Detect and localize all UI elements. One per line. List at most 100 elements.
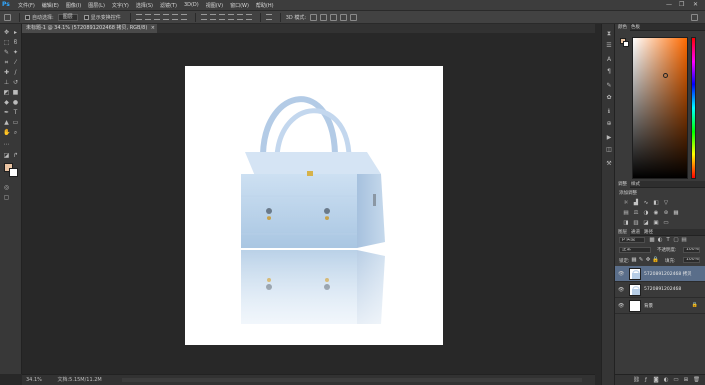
slide-3d-icon[interactable] bbox=[340, 13, 348, 21]
align-vcenter-icon[interactable] bbox=[144, 14, 151, 20]
layer-row[interactable]: 👁 背景 🔒 bbox=[615, 298, 705, 314]
selective-color-icon[interactable]: ▣ bbox=[653, 220, 659, 226]
filter-type-icon[interactable]: T bbox=[665, 237, 671, 243]
layer-name[interactable]: 背景 bbox=[644, 303, 653, 309]
menu-image[interactable]: 图像(I) bbox=[66, 2, 81, 9]
link-layers-icon[interactable]: ⛓ bbox=[633, 377, 640, 383]
magic-wand-tool-icon[interactable]: ✦ bbox=[12, 49, 19, 56]
eyedropper-tool-icon[interactable]: ⁄ bbox=[12, 59, 19, 66]
close-tab-icon[interactable]: × bbox=[151, 24, 155, 33]
photo-filter-icon[interactable]: ◉ bbox=[653, 210, 659, 216]
menu-select[interactable]: 选择(S) bbox=[136, 2, 153, 9]
properties-panel-icon[interactable]: ☰ bbox=[605, 42, 613, 50]
move-tool-preset-icon[interactable] bbox=[4, 13, 11, 21]
posterize-icon[interactable]: ▥ bbox=[633, 220, 639, 226]
layer-name[interactable]: 5720891202468 bbox=[644, 287, 681, 292]
rotate-3d-icon[interactable] bbox=[310, 13, 318, 21]
quick-select-tool-icon[interactable]: ✎ bbox=[3, 49, 10, 56]
healing-brush-tool-icon[interactable]: ✚ bbox=[3, 69, 10, 76]
blur-tool-icon[interactable]: ◆ bbox=[3, 99, 10, 106]
rectangle-tool-icon[interactable]: ▭ bbox=[12, 119, 19, 126]
quick-mask-icon[interactable]: ◎ bbox=[3, 184, 10, 191]
align-hcenter-icon[interactable] bbox=[171, 14, 178, 20]
levels-icon[interactable]: ▟ bbox=[633, 200, 639, 206]
brush-tool-icon[interactable]: / bbox=[12, 69, 19, 76]
pen-tool-icon[interactable]: ✒ bbox=[3, 109, 10, 116]
brush-panel-icon[interactable]: ✎ bbox=[605, 82, 613, 90]
roll-3d-icon[interactable] bbox=[320, 13, 328, 21]
info-panel-icon[interactable]: ℹ bbox=[605, 108, 613, 116]
fill-input[interactable]: 100% bbox=[683, 257, 700, 263]
layer-kind-filter[interactable]: ρ 类型 bbox=[619, 237, 645, 243]
visibility-eye-icon[interactable]: 👁 bbox=[618, 303, 624, 309]
eraser-tool-icon[interactable]: ◩ bbox=[3, 89, 10, 96]
align-bottom-icon[interactable] bbox=[153, 14, 160, 20]
hand-tool-icon[interactable]: ✋ bbox=[3, 129, 10, 136]
tool-presets-icon[interactable]: ⚒ bbox=[605, 160, 613, 168]
menu-window[interactable]: 窗口(W) bbox=[230, 2, 249, 9]
lasso-tool-icon[interactable]: ϐ bbox=[12, 39, 19, 46]
channel-mixer-icon[interactable]: ⊛ bbox=[663, 210, 669, 216]
lock-all-icon[interactable]: 🔒 bbox=[652, 257, 659, 263]
filter-shape-icon[interactable]: ▢ bbox=[673, 237, 679, 243]
visibility-eye-icon[interactable]: 👁 bbox=[618, 287, 624, 293]
type-tool-icon[interactable]: T bbox=[12, 109, 19, 116]
show-transform-checkbox[interactable] bbox=[83, 14, 89, 20]
distribute-vcenter-icon[interactable] bbox=[209, 14, 216, 20]
document-tab[interactable]: 未标题-1 @ 34.1% (5720891202468 拷贝, RGB/8) … bbox=[22, 24, 157, 33]
layer-name[interactable]: 5720891202468 拷贝 bbox=[644, 271, 692, 277]
color-picker-cursor[interactable] bbox=[663, 73, 668, 78]
crop-tool-icon[interactable]: ⌗ bbox=[3, 59, 10, 66]
close-window-button[interactable]: ✕ bbox=[693, 1, 698, 8]
history-panel-icon[interactable]: ⧗ bbox=[605, 30, 613, 38]
vibrance-icon[interactable]: ▽ bbox=[663, 200, 669, 206]
drag-3d-icon[interactable] bbox=[330, 13, 338, 21]
lock-paint-icon[interactable]: ✎ bbox=[638, 257, 644, 263]
more-tools-icon[interactable]: ⋯ bbox=[3, 141, 10, 148]
align-left-icon[interactable] bbox=[162, 14, 169, 20]
blend-mode-select[interactable]: 正常 bbox=[619, 247, 651, 253]
layer-row[interactable]: 👁 5720891202468 bbox=[615, 282, 705, 298]
tab-swatches[interactable]: 色板 bbox=[628, 24, 643, 31]
canvas-area[interactable] bbox=[22, 33, 595, 374]
black-white-icon[interactable]: ◑ bbox=[643, 210, 649, 216]
gradient-map-icon[interactable]: ▭ bbox=[663, 220, 669, 226]
navigator-panel-icon[interactable]: ⊕ bbox=[605, 120, 613, 128]
document-canvas[interactable] bbox=[185, 66, 443, 345]
new-adjustment-icon[interactable]: ◐ bbox=[663, 377, 669, 383]
horizontal-scrollbar[interactable] bbox=[122, 378, 582, 382]
artboard-tool-icon[interactable]: ▸ bbox=[12, 29, 19, 36]
align-top-icon[interactable] bbox=[135, 14, 142, 20]
menu-layer[interactable]: 图层(L) bbox=[88, 2, 105, 9]
menu-file[interactable]: 文件(F) bbox=[18, 2, 35, 9]
hue-slider[interactable] bbox=[691, 37, 696, 179]
color-panel-background[interactable] bbox=[623, 41, 629, 47]
history-brush-tool-icon[interactable]: ↺ bbox=[12, 79, 19, 86]
paragraph-panel-icon[interactable]: ¶ bbox=[605, 68, 613, 76]
distribute-right-icon[interactable] bbox=[245, 14, 252, 20]
menu-type[interactable]: 文字(Y) bbox=[112, 2, 129, 9]
menu-filter[interactable]: 滤镜(T) bbox=[160, 2, 177, 9]
distribute-top-icon[interactable] bbox=[200, 14, 207, 20]
hue-saturation-icon[interactable]: ▤ bbox=[623, 210, 629, 216]
distribute-hcenter-icon[interactable] bbox=[236, 14, 243, 20]
curves-icon[interactable]: ∿ bbox=[643, 200, 649, 206]
clone-stamp-tool-icon[interactable]: ⊥ bbox=[3, 79, 10, 86]
color-picker-field[interactable] bbox=[632, 37, 688, 179]
layer-row[interactable]: 👁 5720891202468 拷贝 bbox=[615, 266, 705, 282]
move-tool-icon[interactable]: ✥ bbox=[3, 29, 10, 36]
layer-style-icon[interactable]: ƒ bbox=[643, 377, 649, 383]
opacity-input[interactable]: 100% bbox=[683, 247, 700, 253]
visibility-eye-icon[interactable]: 👁 bbox=[618, 271, 624, 277]
restore-button[interactable]: ❐ bbox=[679, 1, 684, 8]
dodge-tool-icon[interactable]: ● bbox=[12, 99, 19, 106]
scale-3d-icon[interactable] bbox=[350, 13, 358, 21]
path-select-tool-icon[interactable]: ▲ bbox=[3, 119, 10, 126]
filter-pixel-icon[interactable]: ▩ bbox=[649, 237, 655, 243]
auto-select-dropdown[interactable]: 图层 bbox=[57, 13, 78, 21]
actions-panel-icon[interactable]: ▶ bbox=[605, 134, 613, 142]
gradient-tool-icon[interactable]: ■ bbox=[12, 89, 19, 96]
invert-icon[interactable]: ◨ bbox=[623, 220, 629, 226]
exposure-icon[interactable]: ◧ bbox=[653, 200, 659, 206]
tab-styles[interactable]: 样式 bbox=[628, 181, 643, 188]
